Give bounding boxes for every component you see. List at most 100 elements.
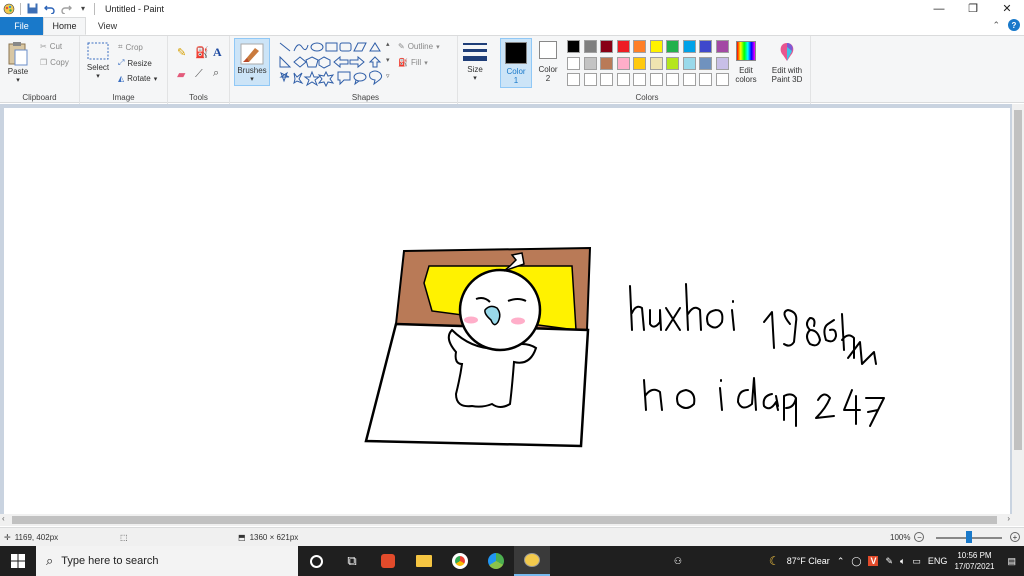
color-swatch[interactable] [616, 56, 630, 70]
start-button[interactable] [0, 546, 36, 576]
color-picker-icon[interactable]: ⟋ [195, 68, 203, 81]
weather-text[interactable]: 87°F Clear [787, 556, 830, 566]
cut-button[interactable]: ✂ Cut [40, 42, 62, 51]
collapse-ribbon-icon[interactable]: ⌃ [992, 20, 1000, 31]
language-indicator[interactable]: ENG [928, 556, 948, 566]
brushes-button[interactable]: Brushes ▾ [234, 38, 270, 86]
color1-button[interactable]: Color 1 [500, 38, 532, 88]
cortana-icon[interactable] [298, 546, 334, 576]
crop-button[interactable]: ⌗ Crop [118, 42, 143, 52]
browser-icon[interactable] [478, 546, 514, 576]
color-swatch[interactable] [682, 73, 696, 86]
notifications-icon[interactable]: ▤ [1007, 556, 1016, 567]
undo-icon[interactable] [43, 3, 55, 15]
color-swatch[interactable] [682, 56, 696, 70]
tab-home[interactable]: Home [43, 17, 86, 35]
pencil-icon[interactable]: ✎ [177, 46, 186, 59]
minimize-button[interactable]: — [922, 0, 956, 17]
size-button[interactable]: Size ▾ [462, 41, 488, 82]
pen-icon[interactable]: ✎ [885, 556, 893, 567]
color-swatch[interactable] [583, 40, 597, 53]
people-icon[interactable]: ⚇ [674, 556, 682, 567]
copy-button[interactable]: ❐ Copy [40, 58, 69, 67]
color-swatch[interactable] [567, 73, 580, 86]
vertical-scroll-thumb[interactable] [1014, 110, 1022, 450]
color-swatch[interactable] [600, 56, 613, 70]
horizontal-scroll-thumb[interactable] [12, 516, 997, 524]
paint-taskbar-icon[interactable] [514, 546, 550, 576]
color-swatch[interactable] [583, 56, 597, 70]
chrome-icon[interactable] [442, 546, 478, 576]
file-explorer-icon[interactable] [406, 546, 442, 576]
battery-icon[interactable]: ▭ [912, 556, 921, 567]
color2-button[interactable]: Color 2 [535, 41, 561, 83]
color-swatch[interactable] [715, 56, 729, 70]
fill-button[interactable]: ⛽ Fill ▾ [398, 58, 428, 67]
zoom-in-icon[interactable]: + [1010, 532, 1020, 542]
drawing-canvas[interactable] [4, 108, 1010, 516]
eraser-icon[interactable]: ▰ [177, 68, 185, 81]
color-swatch[interactable] [583, 73, 597, 86]
color-swatch[interactable] [666, 73, 679, 86]
color-swatch[interactable] [649, 56, 663, 70]
task-view-icon[interactable]: ⧉ [334, 546, 370, 576]
help-icon[interactable]: ? [1008, 19, 1020, 31]
vertical-scrollbar[interactable] [1012, 104, 1024, 516]
customize-qat-icon[interactable]: ▾ [77, 3, 89, 15]
select-button[interactable]: Select ▾ [86, 41, 110, 80]
paint-app-icon[interactable] [3, 3, 15, 15]
color-swatch[interactable] [600, 40, 613, 53]
color-swatch[interactable] [633, 40, 646, 53]
scroll-left-icon[interactable]: ‹ [2, 514, 5, 523]
tray-v-icon[interactable]: V [868, 556, 879, 566]
taskbar-search[interactable]: ⌕ Type here to search [36, 546, 298, 576]
color-swatch[interactable] [699, 73, 712, 86]
fill-bucket-icon[interactable]: ⛽ [195, 46, 209, 59]
tab-view[interactable]: View [86, 17, 129, 35]
color-swatch[interactable] [666, 40, 679, 53]
color-swatch[interactable] [715, 73, 729, 86]
color-swatch[interactable] [600, 73, 613, 86]
color-swatch[interactable] [649, 73, 663, 86]
tray-chevron-icon[interactable]: ⌃ [837, 556, 845, 567]
color-swatch[interactable] [666, 56, 679, 70]
color-swatch[interactable] [633, 56, 646, 70]
color-swatch[interactable] [633, 73, 646, 86]
color-swatch[interactable] [715, 40, 729, 53]
shapes-expand-icon[interactable]: ▿ [386, 72, 390, 80]
rotate-button[interactable]: ◭ Rotate ▾ [118, 74, 157, 83]
save-icon[interactable] [26, 3, 38, 15]
color-wheel-icon [736, 41, 756, 61]
shapes-scroll-down-icon[interactable]: ▾ [386, 56, 390, 64]
shapes-scroll-up-icon[interactable]: ▴ [386, 40, 390, 48]
tray-app-icon[interactable]: ◯ [851, 556, 861, 567]
color-swatch[interactable] [567, 40, 580, 53]
zoom-slider-thumb[interactable] [966, 531, 972, 543]
color-swatch[interactable] [616, 40, 630, 53]
color-swatch[interactable] [567, 56, 580, 70]
text-tool-icon[interactable]: A [213, 45, 222, 60]
close-button[interactable]: ✕ [990, 0, 1024, 17]
tab-file[interactable]: File [0, 17, 43, 35]
redo-icon[interactable] [60, 3, 72, 15]
restore-button[interactable]: ❐ [956, 0, 990, 17]
zoom-out-icon[interactable]: − [914, 532, 925, 542]
outline-button[interactable]: ✎ Outline ▾ [398, 42, 440, 51]
resize-button[interactable]: ⤢ Resize [118, 58, 152, 68]
paste-button[interactable]: Paste ▾ [6, 41, 30, 84]
scroll-right-icon[interactable]: › [1007, 514, 1010, 523]
app-icon-pinned[interactable] [370, 546, 406, 576]
horizontal-scrollbar[interactable]: ‹ › [0, 514, 1024, 526]
crop-label: Crop [125, 42, 143, 52]
edit-colors-button[interactable]: Edit colors [731, 41, 761, 84]
color-swatch[interactable] [699, 56, 712, 70]
color-swatch[interactable] [616, 73, 630, 86]
clock[interactable]: 10:56 PM 17/07/2021 [954, 550, 994, 572]
color-swatch[interactable] [699, 40, 712, 53]
color-swatch[interactable] [682, 40, 696, 53]
volume-icon[interactable]: 🔈︎ [900, 556, 905, 567]
shapes-gallery[interactable] [278, 41, 394, 87]
edit-with-paint3d-button[interactable]: Edit with Paint 3D [767, 41, 807, 84]
color-swatch[interactable] [649, 40, 663, 53]
magnifier-icon[interactable]: ⌕ [213, 67, 219, 80]
